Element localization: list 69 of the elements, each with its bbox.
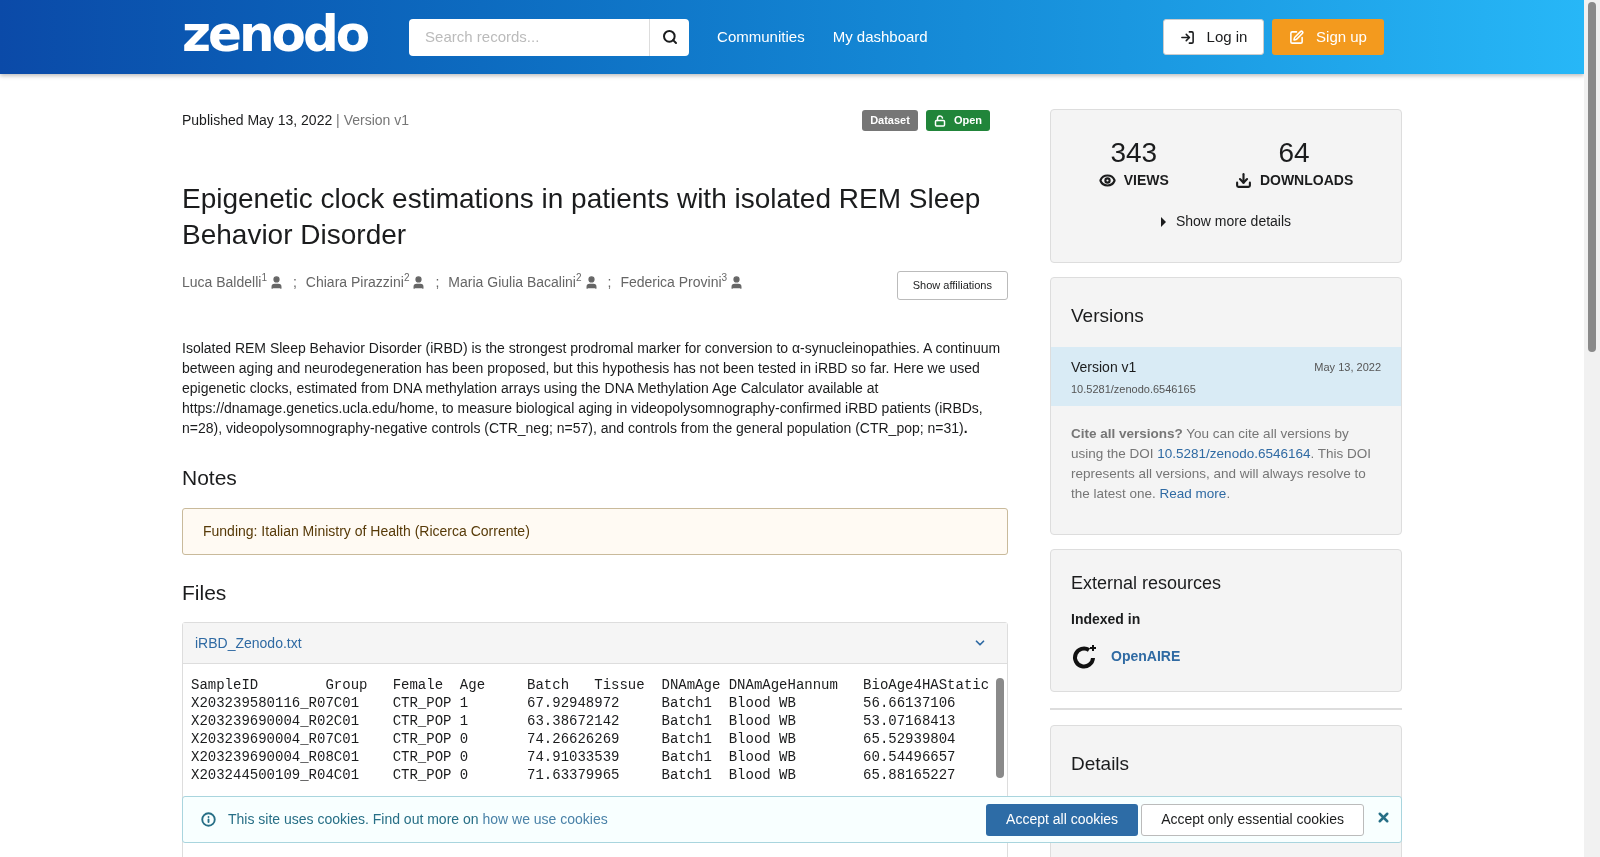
nav-link[interactable]: Communities <box>717 25 805 49</box>
external-resources-heading: External resources <box>1071 571 1223 595</box>
login-button[interactable]: Log in <box>1163 19 1264 55</box>
search-icon <box>661 29 678 45</box>
info-icon <box>201 812 216 827</box>
page-scrollbar[interactable] <box>1584 0 1600 857</box>
logo[interactable]: zenodo <box>182 9 368 65</box>
eye-icon <box>1098 172 1116 189</box>
preview-line: X203244500109_R04C01 CTR_POP 0 71.63379965 Batch1 Blood WB 65.88165227 <box>191 766 957 784</box>
affiliation-number: 2 <box>403 273 410 283</box>
details-heading: Details <box>1071 751 1131 776</box>
cookie-text: This site uses cookies. Find out more on how we use cookies <box>228 810 608 829</box>
cookie-policy-link[interactable]: how we use cookies <box>482 811 608 827</box>
read-more-link[interactable]: Read more <box>1159 485 1227 501</box>
person-icon <box>268 275 284 290</box>
login-icon <box>1179 29 1195 45</box>
ring-logo-icon <box>1071 643 1099 670</box>
author-link[interactable]: Chiara Pirazzini <box>305 272 404 293</box>
version-date: May 13, 2022 <box>1314 359 1381 375</box>
person-icon <box>411 275 427 290</box>
author-separator: ; <box>435 273 440 292</box>
version-name: Version v1 <box>1071 357 1137 377</box>
person-icon <box>729 275 745 290</box>
stat-count: 343 <box>1110 138 1158 168</box>
close-icon <box>1376 810 1391 825</box>
author-separator: ; <box>292 273 297 292</box>
versions-heading: Versions <box>1070 304 1145 328</box>
file-link[interactable]: iRBD_Zenodo.txt <box>195 632 302 654</box>
lock-icon <box>933 114 946 127</box>
record-title: Epigenetic clock estimations in patients with isolated REM Sleep Behavior Disorder <box>182 182 982 252</box>
show-more-details-button[interactable]: Show more details <box>1160 211 1292 232</box>
download-icon <box>1234 172 1252 189</box>
author-link[interactable]: Maria Giulia Bacalini <box>448 272 576 293</box>
show-affiliations-button[interactable]: Show affiliations <box>896 271 1008 300</box>
indexed-in-label: Indexed in <box>1071 609 1142 629</box>
access-badge: Open <box>925 110 990 131</box>
caret-right-icon <box>1160 216 1166 227</box>
stat-label: VIEWS <box>1123 171 1169 190</box>
preview-line: X203239690004_R02C01 CTR_POP 1 63.38672142 Batch1 Blood WB 53.07168413 <box>191 712 957 730</box>
nav-link[interactable]: My dashboard <box>832 25 928 49</box>
affiliation-number: 3 <box>721 273 728 283</box>
notes-box: Funding: Italian Ministry of Health (Ricerca Corrente) <box>182 507 1008 555</box>
affiliation-number: 2 <box>575 273 582 283</box>
affiliation-number: 1 <box>261 273 267 283</box>
version-label: | Version v1 <box>336 112 409 128</box>
preview-line: X203239580116_R07C01 CTR_POP 1 67.92948972 Batch1 Blood WB 56.66137106 <box>191 694 957 712</box>
accept-all-cookies-button[interactable]: Accept all cookies <box>986 803 1139 836</box>
published-date: Published May 13, 2022 <box>182 112 333 128</box>
file-header[interactable]: iRBD_Zenodo.txt <box>183 623 1007 664</box>
resource-type-badge: Dataset <box>862 110 918 131</box>
stat-label: DOWNLOADS <box>1259 171 1354 190</box>
accept-essential-cookies-button[interactable]: Accept only essential cookies <box>1141 803 1364 836</box>
stat-count: 64 <box>1278 138 1310 168</box>
edit-icon <box>1289 29 1305 45</box>
notes-heading: Notes <box>182 465 238 491</box>
author-link[interactable]: Federica Provini <box>620 272 722 293</box>
description: Isolated REM Sleep Behavior Disorder (iRBD) is the strongest prodromal marker for conversion to α-synucleinopathies. A continuum between aging and neurodegeneration has been proposed, but this hypothesis has not been tested in iRBD so far. Here we used epigenetic clocks, estimated from DNA methylation arrays using the DNA Methylation Age Calculator available at https://dnamage.genetics.ucla.edu/home, to measure biological aging in videopolysomnography-confirmed iRBD patients (iRBDs, n=28), videopolysomnography-negative controls (CTR_neg; n=57), and controls from the general population (CTR_pop; n=31). <box>182 339 1002 438</box>
cite-all-versions-text: Cite all versions? You can cite all versions by using the DOI 10.5281/zenodo.6546164. This DOI represents all versions, and will always resolve to the latest one. Read more. <box>1070 424 1372 503</box>
version-item[interactable]: Version v1 May 13, 2022 10.5281/zenodo.6546165 <box>1051 346 1401 406</box>
close-button[interactable] <box>1376 810 1391 825</box>
preview-line: SampleID Group Female Age Batch Tissue DNAmAge DNAmAgeHannum BioAge4HAStatic <box>191 676 991 694</box>
author-link[interactable]: Luca Baldelli <box>182 272 262 293</box>
author-separator: ; <box>607 273 612 292</box>
preview-line: X203239690004_R08C01 CTR_POP 0 74.91033539 Batch1 Blood WB 60.54496657 <box>191 748 957 766</box>
version-doi: 10.5281/zenodo.6546165 <box>1071 382 1196 395</box>
files-heading: Files <box>182 579 228 606</box>
openaire-link[interactable]: OpenAIRE <box>1111 646 1181 667</box>
person-icon <box>583 275 599 290</box>
preview-line: X203239690004_R07C01 CTR_POP 0 74.26626269 Batch1 Blood WB 65.52939804 <box>191 730 957 748</box>
